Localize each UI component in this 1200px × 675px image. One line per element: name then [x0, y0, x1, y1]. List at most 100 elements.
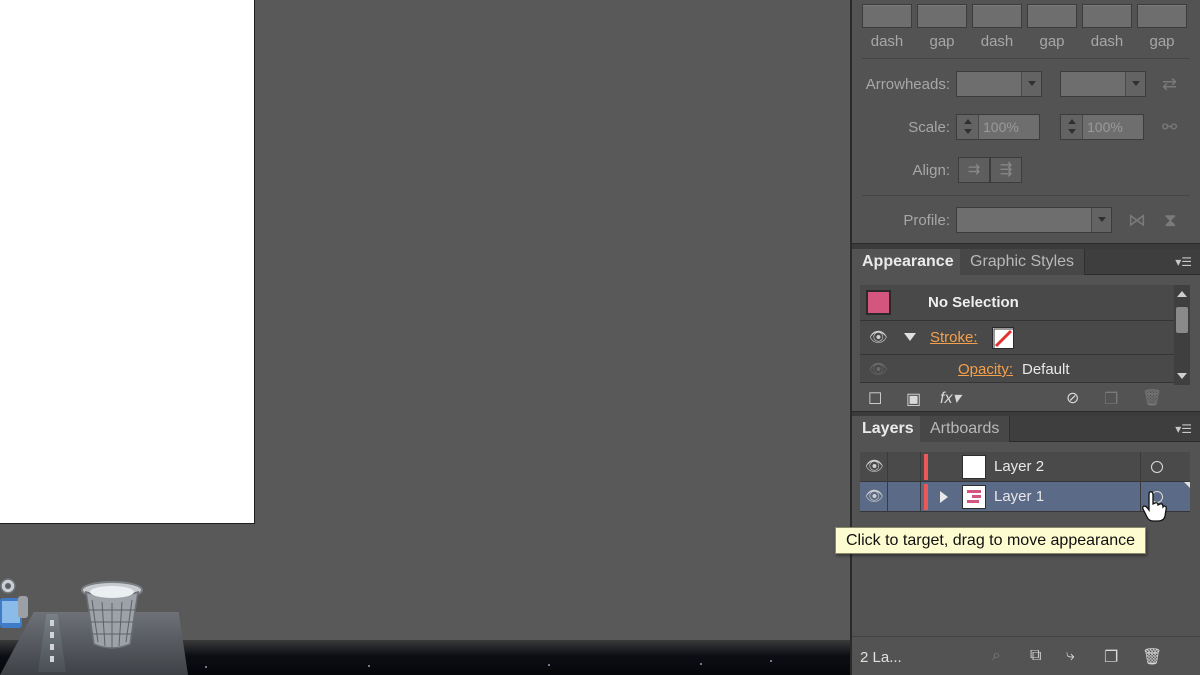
preview-app-icon[interactable]: [0, 576, 32, 640]
selected-indicator-icon: [1184, 482, 1190, 488]
panel-dock: dash gap dash gap dash gap Arrowheads: ⇄…: [850, 0, 1200, 675]
panel-menu-icon[interactable]: ▾☰: [1175, 422, 1192, 436]
align-arrow-tip-button[interactable]: ⇉: [958, 157, 990, 183]
none-slash-icon: [993, 328, 1013, 348]
layers-panel: 👁 Layer 2 👁 Layer 1 2 La... ⌕ ⧉ ⤷ ❐ 🗑: [852, 442, 1200, 675]
duplicate-item-icon[interactable]: ❐: [1104, 389, 1118, 409]
swap-arrowheads-icon[interactable]: ⇄: [1162, 74, 1177, 95]
dash-label: dash: [870, 33, 904, 50]
link-scale-icon[interactable]: ⚯: [1162, 117, 1177, 138]
divider: [862, 195, 1190, 196]
add-new-stroke-icon[interactable]: ☐: [868, 389, 882, 409]
arrowhead-start-select[interactable]: [956, 71, 1042, 97]
create-new-layer-icon[interactable]: ❐: [1104, 647, 1118, 667]
stroke-panel: dash gap dash gap dash gap Arrowheads: ⇄…: [852, 0, 1200, 244]
locate-object-icon[interactable]: ⌕: [992, 647, 1001, 665]
scroll-up-icon[interactable]: [1177, 291, 1187, 297]
flip-across-icon[interactable]: ⧗: [1164, 210, 1177, 231]
layer-name[interactable]: Layer 2: [994, 458, 1044, 475]
visibility-eye-icon[interactable]: 👁: [869, 360, 888, 378]
opacity-value: Default: [1022, 361, 1070, 378]
arrowhead-end-select[interactable]: [1060, 71, 1146, 97]
tooltip: Click to target, drag to move appearance: [835, 527, 1147, 554]
divider: [862, 58, 1190, 59]
dash-label: dash: [980, 33, 1014, 50]
scale-start-value: 100%: [983, 119, 1019, 135]
disclosure-triangle-icon[interactable]: [904, 333, 916, 341]
lock-toggle[interactable]: [889, 482, 921, 512]
stroke-none-swatch[interactable]: [992, 327, 1014, 349]
chevron-down-icon: [1091, 208, 1111, 232]
align-arrow-end-button[interactable]: ⇶: [990, 157, 1022, 183]
gap-field-1[interactable]: [917, 4, 967, 28]
appearance-scrollbar[interactable]: [1174, 285, 1190, 385]
arrowheads-label: Arrowheads:: [865, 76, 950, 93]
hand-cursor-icon: [1142, 491, 1167, 522]
panel-menu-icon[interactable]: ▾☰: [1175, 255, 1192, 269]
scale-end-stepper[interactable]: 100%: [1060, 114, 1144, 140]
profile-label: Profile:: [903, 212, 950, 229]
target-column[interactable]: [1140, 452, 1190, 482]
layer-color-bar: [924, 454, 928, 480]
tab-artboards[interactable]: Artboards: [920, 416, 1011, 442]
lock-toggle[interactable]: [889, 452, 921, 482]
scroll-thumb[interactable]: [1176, 307, 1188, 333]
layer-thumbnail-art: [967, 490, 981, 503]
expand-triangle-icon[interactable]: [940, 491, 948, 503]
tab-graphic-styles[interactable]: Graphic Styles: [960, 249, 1086, 275]
appearance-tabbar: Appearance Graphic Styles ▾☰: [852, 249, 1200, 275]
layers-tabbar: Layers Artboards ▾☰: [852, 416, 1200, 442]
delete-item-icon[interactable]: 🗑: [1142, 388, 1162, 408]
document-canvas[interactable]: [0, 0, 850, 640]
tab-layers[interactable]: Layers: [852, 416, 925, 442]
layer-thumbnail: [962, 485, 986, 509]
add-new-fill-icon[interactable]: ▣: [906, 389, 921, 409]
stepper-arrows-icon[interactable]: [1061, 115, 1083, 139]
delete-layer-icon[interactable]: 🗑: [1142, 647, 1162, 667]
chevron-down-icon: [1125, 72, 1145, 96]
layer-name[interactable]: Layer 1: [994, 488, 1044, 505]
layer-thumbnail: [962, 455, 986, 479]
appearance-opacity-row[interactable]: 👁 Opacity: Default: [860, 355, 1174, 383]
dash-field-2[interactable]: [972, 4, 1022, 28]
trash-icon[interactable]: [80, 578, 144, 652]
opacity-link[interactable]: Opacity:: [958, 361, 1013, 378]
scale-end-value: 100%: [1087, 119, 1123, 135]
tab-appearance[interactable]: Appearance: [852, 249, 965, 275]
scale-start-stepper[interactable]: 100%: [956, 114, 1040, 140]
dash-field-1[interactable]: [862, 4, 912, 28]
artboard[interactable]: [0, 0, 255, 524]
visibility-eye-icon[interactable]: 👁: [862, 452, 888, 482]
layers-footer: 2 La... ⌕ ⧉ ⤷ ❐ 🗑: [852, 636, 1200, 675]
align-label: Align:: [912, 162, 950, 179]
appearance-selection-row: No Selection: [860, 285, 1174, 321]
appearance-panel: No Selection 👁 Stroke: 👁 Opacity: Defaul…: [852, 275, 1200, 412]
dash-label: dash: [1090, 33, 1124, 50]
visibility-eye-icon[interactable]: 👁: [869, 328, 888, 346]
gap-field-3[interactable]: [1137, 4, 1187, 28]
layer-count: 2 La...: [860, 649, 902, 666]
clear-appearance-icon[interactable]: ⊘: [1066, 388, 1079, 408]
chevron-down-icon: [1021, 72, 1041, 96]
selection-title: No Selection: [928, 294, 1019, 311]
width-profile-select[interactable]: [956, 207, 1112, 233]
layer-color-bar: [924, 484, 928, 510]
create-new-sublayer-icon[interactable]: ⤷: [1066, 647, 1075, 665]
scale-label: Scale:: [908, 119, 950, 136]
add-new-effect-icon[interactable]: fx▾: [940, 388, 960, 408]
layer-row-layer-2[interactable]: 👁 Layer 2: [860, 452, 1190, 482]
appearance-stroke-row[interactable]: 👁 Stroke:: [860, 321, 1174, 355]
gap-field-2[interactable]: [1027, 4, 1077, 28]
fill-swatch[interactable]: [866, 290, 891, 315]
gap-label: gap: [1039, 33, 1065, 50]
stroke-link[interactable]: Stroke:: [930, 329, 978, 346]
dash-field-3[interactable]: [1082, 4, 1132, 28]
make-clipping-mask-icon[interactable]: ⧉: [1030, 647, 1041, 665]
visibility-eye-icon[interactable]: 👁: [862, 482, 888, 512]
flip-along-icon[interactable]: ⋈: [1128, 210, 1146, 231]
stepper-arrows-icon[interactable]: [957, 115, 979, 139]
target-circle-icon[interactable]: [1151, 461, 1163, 473]
gap-label: gap: [1149, 33, 1175, 50]
scroll-down-icon[interactable]: [1177, 373, 1187, 379]
gap-label: gap: [929, 33, 955, 50]
